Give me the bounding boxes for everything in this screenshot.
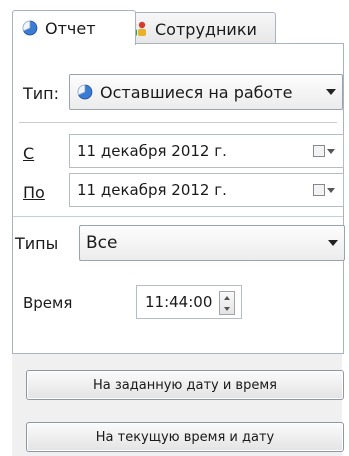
chevron-down-icon [326, 89, 336, 95]
type-select[interactable]: Оставшиеся на работе [69, 74, 343, 110]
tab-employees-label: Сотрудники [155, 19, 257, 39]
calendar-icon[interactable] [313, 183, 337, 197]
to-date-value: 11 декабря 2012 г. [77, 181, 227, 199]
types-select[interactable]: Все [79, 225, 345, 261]
from-date-value: 11 декабря 2012 г. [77, 142, 227, 160]
pie-chart-icon [76, 83, 94, 101]
pie-chart-icon [21, 19, 39, 37]
time-input[interactable]: 11:44:00 [136, 285, 242, 319]
from-date-field[interactable]: 11 декабря 2012 г. [69, 134, 344, 168]
calendar-icon[interactable] [313, 144, 337, 158]
type-select-value: Оставшиеся на работе [100, 82, 293, 102]
tab-employees[interactable]: Сотрудники [118, 12, 276, 45]
time-label: Время [23, 294, 73, 312]
tab-report-label: Отчет [45, 18, 96, 38]
chevron-down-icon [328, 240, 338, 246]
current-datetime-button[interactable]: На текущую время и дату [26, 422, 344, 452]
type-label: Тип: [23, 84, 60, 103]
types-label: Типы [15, 234, 59, 253]
to-label: По [23, 183, 45, 202]
time-value: 11:44:00 [145, 293, 213, 311]
divider [19, 122, 337, 123]
set-datetime-button[interactable]: На заданную дату и время [26, 370, 344, 400]
divider [13, 216, 343, 217]
report-panel: Тип: Оставшиеся на работе С 11 декабря 2… [12, 43, 345, 354]
types-select-value: Все [86, 233, 118, 253]
to-date-field[interactable]: 11 декабря 2012 г. [69, 173, 344, 207]
from-label: С [23, 144, 35, 163]
tab-report[interactable]: Отчет [12, 10, 136, 45]
spinner-icon[interactable] [219, 291, 235, 315]
